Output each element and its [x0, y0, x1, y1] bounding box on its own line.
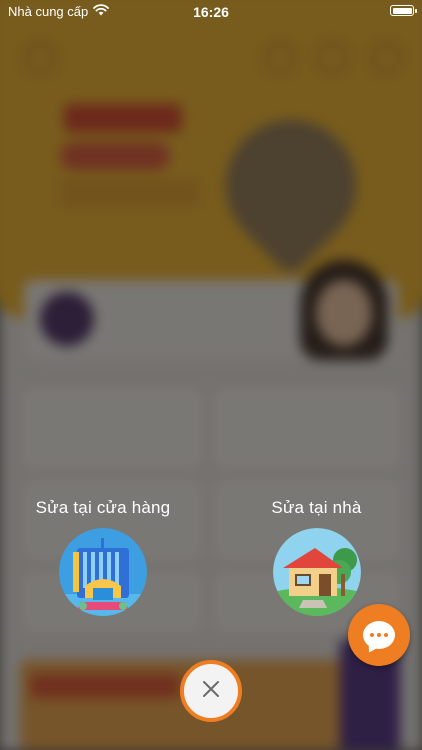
chat-bubble-icon — [363, 621, 395, 649]
battery-icon — [390, 5, 417, 16]
clock: 16:26 — [193, 4, 229, 20]
store-building-icon — [59, 528, 147, 616]
status-bar: Nhà cung cấp 16:26 — [0, 0, 422, 24]
repair-at-home-option[interactable]: Sửa tại nhà — [254, 498, 379, 616]
close-icon — [201, 679, 221, 704]
repair-at-store-option[interactable]: Sửa tại cửa hàng — [28, 498, 178, 616]
close-button[interactable] — [180, 660, 242, 722]
repair-at-home-label: Sửa tại nhà — [271, 498, 362, 517]
repair-at-store-label: Sửa tại cửa hàng — [35, 498, 171, 517]
house-icon — [272, 528, 361, 616]
app-screen: Nhà cung cấp 16:26 Sửa tại cửa hàng Sửa … — [0, 0, 422, 750]
chat-button[interactable] — [348, 604, 410, 666]
